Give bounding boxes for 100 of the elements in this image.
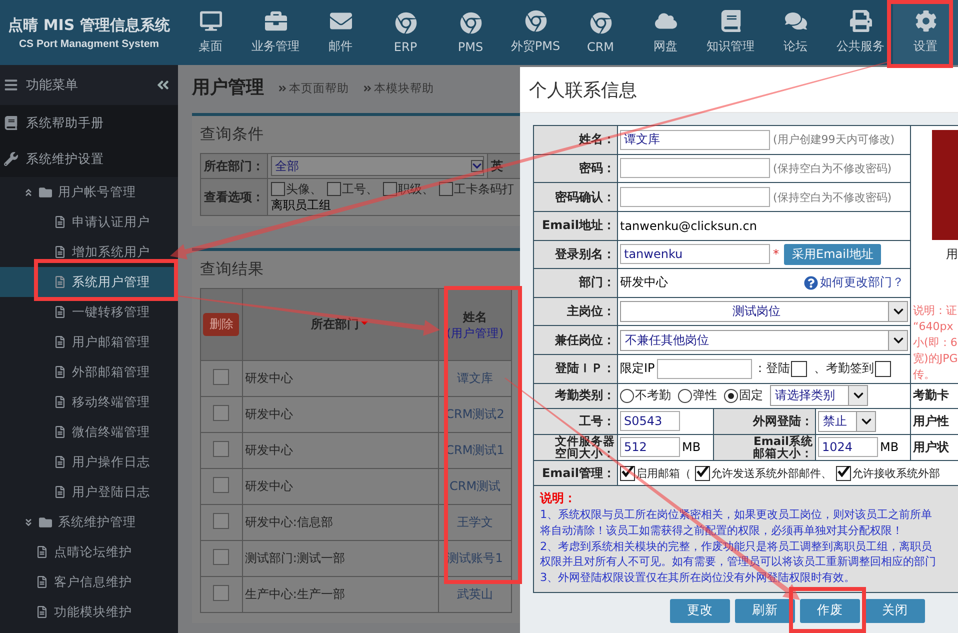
- collapse-icon[interactable]: [156, 78, 170, 92]
- input-field[interactable]: [656, 358, 752, 379]
- checkbox[interactable]: [836, 466, 851, 480]
- wrench-icon: [4, 152, 18, 166]
- help-link[interactable]: 本模块帮助: [363, 81, 434, 96]
- double-chevron-icon: [278, 84, 287, 93]
- menu-item[interactable]: 微信终端管理: [0, 417, 178, 447]
- browser-logo-icon: [460, 12, 482, 34]
- menu-item[interactable]: 移动终端管理: [0, 387, 178, 417]
- field-label: 兼任岗位：: [534, 326, 618, 354]
- checkbox[interactable]: [620, 466, 635, 480]
- nav-item[interactable]: 知识管理: [698, 0, 763, 65]
- input-field[interactable]: S0543: [620, 411, 680, 432]
- field-label: 查看选项：: [200, 178, 268, 216]
- checkbox[interactable]: [790, 360, 807, 377]
- dropdown[interactable]: 测试岗位: [620, 301, 908, 322]
- double-chevron-icon: [363, 84, 372, 93]
- field-label: 工号：: [534, 408, 618, 434]
- monitor-icon: [200, 10, 222, 32]
- nav-item[interactable]: 外贸PMS: [503, 0, 568, 65]
- checkbox[interactable]: [213, 477, 230, 493]
- menu-section[interactable]: 系统帮助手册: [0, 105, 178, 141]
- table-cell: 测试部门:测试一部: [242, 540, 439, 576]
- help-link[interactable]: 如何更改部门？: [804, 274, 904, 292]
- document-icon: [54, 426, 66, 438]
- checkbox[interactable]: [213, 585, 230, 601]
- dialog-button[interactable]: 作废: [800, 598, 860, 623]
- chevron-down-icon: [892, 334, 904, 346]
- input-field[interactable]: tanwenku: [620, 244, 770, 264]
- nav-item[interactable]: 公共服务: [828, 0, 893, 65]
- input-field[interactable]: [620, 187, 770, 208]
- input-field[interactable]: 512: [620, 437, 680, 458]
- checkbox[interactable]: [383, 182, 397, 196]
- photo-caption: 用: [945, 246, 958, 263]
- menu-icon: [4, 78, 18, 92]
- checkbox-label: 允许接收系统外部: [852, 466, 940, 480]
- menu-title: 功能菜单: [26, 77, 79, 94]
- nav-item[interactable]: 论坛: [763, 0, 828, 65]
- column-header[interactable]: 所在部门: [310, 317, 359, 331]
- nav-item[interactable]: CRM: [568, 0, 633, 65]
- menu-item[interactable]: 外部邮箱管理: [0, 357, 178, 387]
- input-field[interactable]: 1024: [818, 437, 878, 458]
- nav-item[interactable]: ERP: [373, 0, 438, 65]
- unit-label: MB: [880, 440, 899, 454]
- menu-item[interactable]: 申请认证用户: [0, 207, 178, 237]
- help-link[interactable]: 本页面帮助: [278, 81, 349, 96]
- field-label: 所在部门：: [200, 154, 268, 178]
- chevron-down-icon: [852, 390, 864, 402]
- menu-item[interactable]: 用户操作日志: [0, 447, 178, 477]
- menu-item[interactable]: 用户邮箱管理: [0, 327, 178, 357]
- document-icon: [54, 216, 66, 228]
- menu-item[interactable]: 点晴论坛维护: [0, 537, 178, 567]
- dropdown[interactable]: 请选择类别: [770, 385, 868, 406]
- checkbox[interactable]: [874, 360, 891, 377]
- menu-item[interactable]: 增加系统用户: [0, 237, 178, 267]
- folder-icon: [39, 186, 52, 198]
- document-icon: [54, 366, 66, 378]
- dropdown[interactable]: 全部: [271, 156, 484, 176]
- dropdown[interactable]: 禁止: [818, 410, 876, 432]
- radio-button[interactable]: [678, 388, 692, 403]
- nav-item[interactable]: 业务管理: [243, 0, 308, 65]
- menu-item[interactable]: 一键转移管理: [0, 297, 178, 327]
- checkbox-label: 启用邮箱（: [636, 466, 691, 480]
- nav-item[interactable]: 网盘: [633, 0, 698, 65]
- nav-item[interactable]: PMS: [438, 0, 503, 65]
- checkbox[interactable]: [327, 182, 341, 196]
- delete-button[interactable]: 删除: [203, 313, 240, 336]
- menu-item[interactable]: 用户登陆日志: [0, 477, 178, 507]
- radio-button[interactable]: [620, 388, 634, 403]
- checkbox[interactable]: [271, 182, 285, 196]
- checkbox[interactable]: [213, 369, 230, 385]
- help-icon: [804, 276, 818, 290]
- checkbox[interactable]: [439, 182, 453, 196]
- use-email-button[interactable]: 采用Email地址: [784, 244, 882, 265]
- table-cell: 研发中心:信息部: [242, 504, 439, 540]
- dialog-button[interactable]: 关闭: [865, 598, 925, 623]
- document-icon: [36, 576, 48, 588]
- menu-section[interactable]: 系统维护设置: [0, 141, 178, 177]
- radio-button[interactable]: [724, 388, 738, 403]
- checkbox[interactable]: [695, 466, 710, 480]
- nav-item[interactable]: 桌面: [178, 0, 243, 65]
- checkbox[interactable]: [213, 405, 230, 421]
- browser-logo-icon: [524, 10, 546, 32]
- folder-icon: [39, 516, 52, 528]
- folder-item[interactable]: 系统维护管理: [0, 507, 178, 537]
- folder-item[interactable]: 用户帐号管理: [0, 177, 178, 207]
- input-field[interactable]: [620, 158, 770, 178]
- dialog-button[interactable]: 刷新: [735, 598, 795, 623]
- input-field[interactable]: 谭文库: [620, 130, 770, 150]
- dialog-button[interactable]: 更改: [670, 598, 730, 623]
- checkbox[interactable]: [213, 549, 230, 565]
- menu-item[interactable]: 功能模块维护: [0, 597, 178, 627]
- chevron-down-icon: [860, 416, 872, 427]
- nav-item[interactable]: 邮件: [308, 0, 373, 65]
- checkbox[interactable]: [213, 513, 230, 529]
- menu-item[interactable]: 客户信息维护: [0, 567, 178, 597]
- dropdown[interactable]: 不兼任其他岗位: [620, 330, 908, 351]
- checkbox-label: 允许发送系统外部邮件、: [711, 466, 832, 480]
- checkbox[interactable]: [213, 441, 230, 457]
- field-label: 部门：: [534, 268, 618, 298]
